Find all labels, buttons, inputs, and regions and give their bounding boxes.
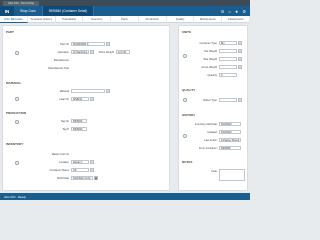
net-weight-lookup-button[interactable]: … xyxy=(238,49,242,53)
tab-parts[interactable]: Parts xyxy=(111,15,139,23)
part-no-field[interactable]: 5010000084 A xyxy=(71,42,105,46)
section-title-inventory: INVENTORY xyxy=(6,142,24,146)
section-title-quality: QUALITY xyxy=(182,88,196,92)
section-title-production: PRODUCTION xyxy=(6,111,27,115)
action-tab-bar: Print Barcodes Container History Traceab… xyxy=(0,15,251,23)
master-unit-field[interactable] xyxy=(71,152,105,156)
container-status-lookup-button[interactable]: … xyxy=(90,168,94,172)
tare-weight-lookup-button[interactable]: … xyxy=(238,57,242,61)
tab-print-barcodes[interactable]: Print Barcodes xyxy=(0,15,28,23)
breadcrumb-container-detail[interactable]: 5905840 (Container Detail) xyxy=(42,6,95,16)
part-no-label: Part No xyxy=(60,42,69,46)
history-radio[interactable] xyxy=(183,134,187,138)
defect-type-field[interactable] xyxy=(219,98,237,102)
heat-no-field[interactable]: WS8231 xyxy=(71,97,89,101)
quality-radio[interactable] xyxy=(183,98,187,102)
location-label: Location xyxy=(59,160,69,164)
inventory-radio[interactable] xyxy=(15,161,19,165)
manufacturer-part-field[interactable] xyxy=(71,66,105,70)
material-label: Material xyxy=(59,89,69,93)
container-type-field[interactable]: Bin xyxy=(219,41,237,45)
updated-field[interactable]: 5/18/2022 xyxy=(219,130,241,134)
favorite-icon[interactable]: ★ xyxy=(235,9,239,14)
units-radio[interactable] xyxy=(183,54,187,58)
header-tools: ☰ ⌂ ★ ⚙ xyxy=(221,9,250,14)
calendar-icon[interactable]: ▦ xyxy=(94,176,98,180)
from-container-label: From Container xyxy=(198,146,217,150)
tag-p-field[interactable]: 5905840 xyxy=(71,127,87,131)
location-lookup-button[interactable]: … xyxy=(90,160,94,164)
container-status-field[interactable]: OK xyxy=(71,168,89,172)
section-title-material: MATERIAL xyxy=(6,81,22,85)
tab-container-history[interactable]: Container History xyxy=(28,15,56,23)
manufacturer-part-label: Manufacturer Part xyxy=(48,66,69,70)
defect-type-lookup-button[interactable]: … xyxy=(238,98,242,102)
app-header: IN Shop Cons 5905840 (Container Detail) … xyxy=(0,6,250,16)
tag-no-label: Tag No xyxy=(60,119,69,123)
quantity-label: Quantity xyxy=(207,73,217,77)
gross-weight-lookup-button[interactable]: … xyxy=(238,65,242,69)
last-action-field[interactable]: Container Moved xyxy=(219,138,241,142)
shelf-date-field[interactable]: 5/18/2022 12:00 xyxy=(71,176,93,180)
net-weight-field[interactable] xyxy=(219,49,237,53)
section-title-notes: NOTES xyxy=(182,160,193,164)
piece-weight-field[interactable]: 12.0 lbs xyxy=(116,50,130,54)
left-panel: PART Part No 5010000084 A … Operation 10… xyxy=(2,25,170,191)
tag-p-label: Tag P xyxy=(62,127,69,131)
shelf-date-label: Shelf Date xyxy=(56,176,69,180)
heat-lookup-button[interactable]: … xyxy=(90,97,94,101)
material-radio[interactable] xyxy=(15,97,19,101)
operation-field[interactable]: 10 Machining xyxy=(71,50,89,54)
note-field[interactable] xyxy=(219,169,245,181)
status-footer: Infor ION · Ready xyxy=(0,193,250,200)
tab-maintenance[interactable]: Maintenance xyxy=(194,15,223,23)
operation-label: Operation xyxy=(57,50,69,54)
right-panel: UNITS Container Type Bin … Net Weight … … xyxy=(178,25,248,191)
section-title-units: UNITS xyxy=(182,30,191,34)
section-title-history: HISTORY xyxy=(182,113,196,117)
production-radio[interactable] xyxy=(15,120,19,124)
piece-weight-label: Piece Weight xyxy=(98,50,114,54)
note-label: Note xyxy=(211,169,217,173)
tag-no-field[interactable]: 5905840 xyxy=(71,119,87,123)
last-action-label: Last Action xyxy=(204,138,217,142)
container-status-label: Container Status xyxy=(49,168,69,172)
updated-label: Updated xyxy=(207,130,217,134)
browser-tab[interactable]: Infor ION - Part Config xyxy=(3,0,39,6)
tab-attachments[interactable]: Attachments xyxy=(222,15,251,23)
section-title-part: PART xyxy=(6,30,14,34)
location-field[interactable]: Welder 1 xyxy=(71,160,89,164)
app-logo[interactable]: IN xyxy=(0,6,14,16)
manufacturer-label: Manufacturer xyxy=(53,58,69,62)
part-radio[interactable] xyxy=(15,51,19,55)
master-unit-label: Master Unit No xyxy=(51,152,69,156)
manufacturer-field[interactable] xyxy=(71,58,105,62)
gross-weight-field[interactable] xyxy=(219,65,237,69)
tab-production[interactable]: Production xyxy=(139,15,167,23)
tab-inventory[interactable]: Inventory xyxy=(83,15,112,23)
settings-icon[interactable]: ⚙ xyxy=(242,9,246,14)
from-container-field[interactable]: 5905838 xyxy=(219,146,241,150)
container-type-label: Container Type xyxy=(199,41,217,45)
gross-weight-label: Gross Weight xyxy=(201,65,217,69)
tab-quality[interactable]: Quality xyxy=(167,15,195,23)
net-weight-label: Net Weight xyxy=(204,49,217,53)
inventory-add-date-field[interactable]: 5/18/2022 xyxy=(219,122,241,126)
heat-no-label: Heat No xyxy=(59,97,69,101)
defect-type-label: Defect Type xyxy=(203,98,217,102)
breadcrumb-shop-cons[interactable]: Shop Cons xyxy=(14,6,43,16)
container-type-lookup-button[interactable]: … xyxy=(238,41,242,45)
material-lookup-button[interactable]: … xyxy=(106,89,110,93)
tare-weight-field[interactable] xyxy=(219,57,237,61)
tare-weight-label: Tare Weight xyxy=(203,57,217,61)
quantity-field[interactable]: 0 xyxy=(219,73,237,77)
tab-traceability[interactable]: Traceability xyxy=(56,15,84,23)
inventory-add-date-label: Inventory Add Date xyxy=(194,122,217,126)
browser-tab-label: Infor ION - Part Config xyxy=(8,1,34,5)
part-lookup-button[interactable]: … xyxy=(106,42,110,46)
home-icon[interactable]: ⌂ xyxy=(228,9,230,14)
menu-icon[interactable]: ☰ xyxy=(221,9,225,14)
material-field[interactable] xyxy=(71,89,105,93)
footer-status: Infor ION · Ready xyxy=(4,194,26,199)
